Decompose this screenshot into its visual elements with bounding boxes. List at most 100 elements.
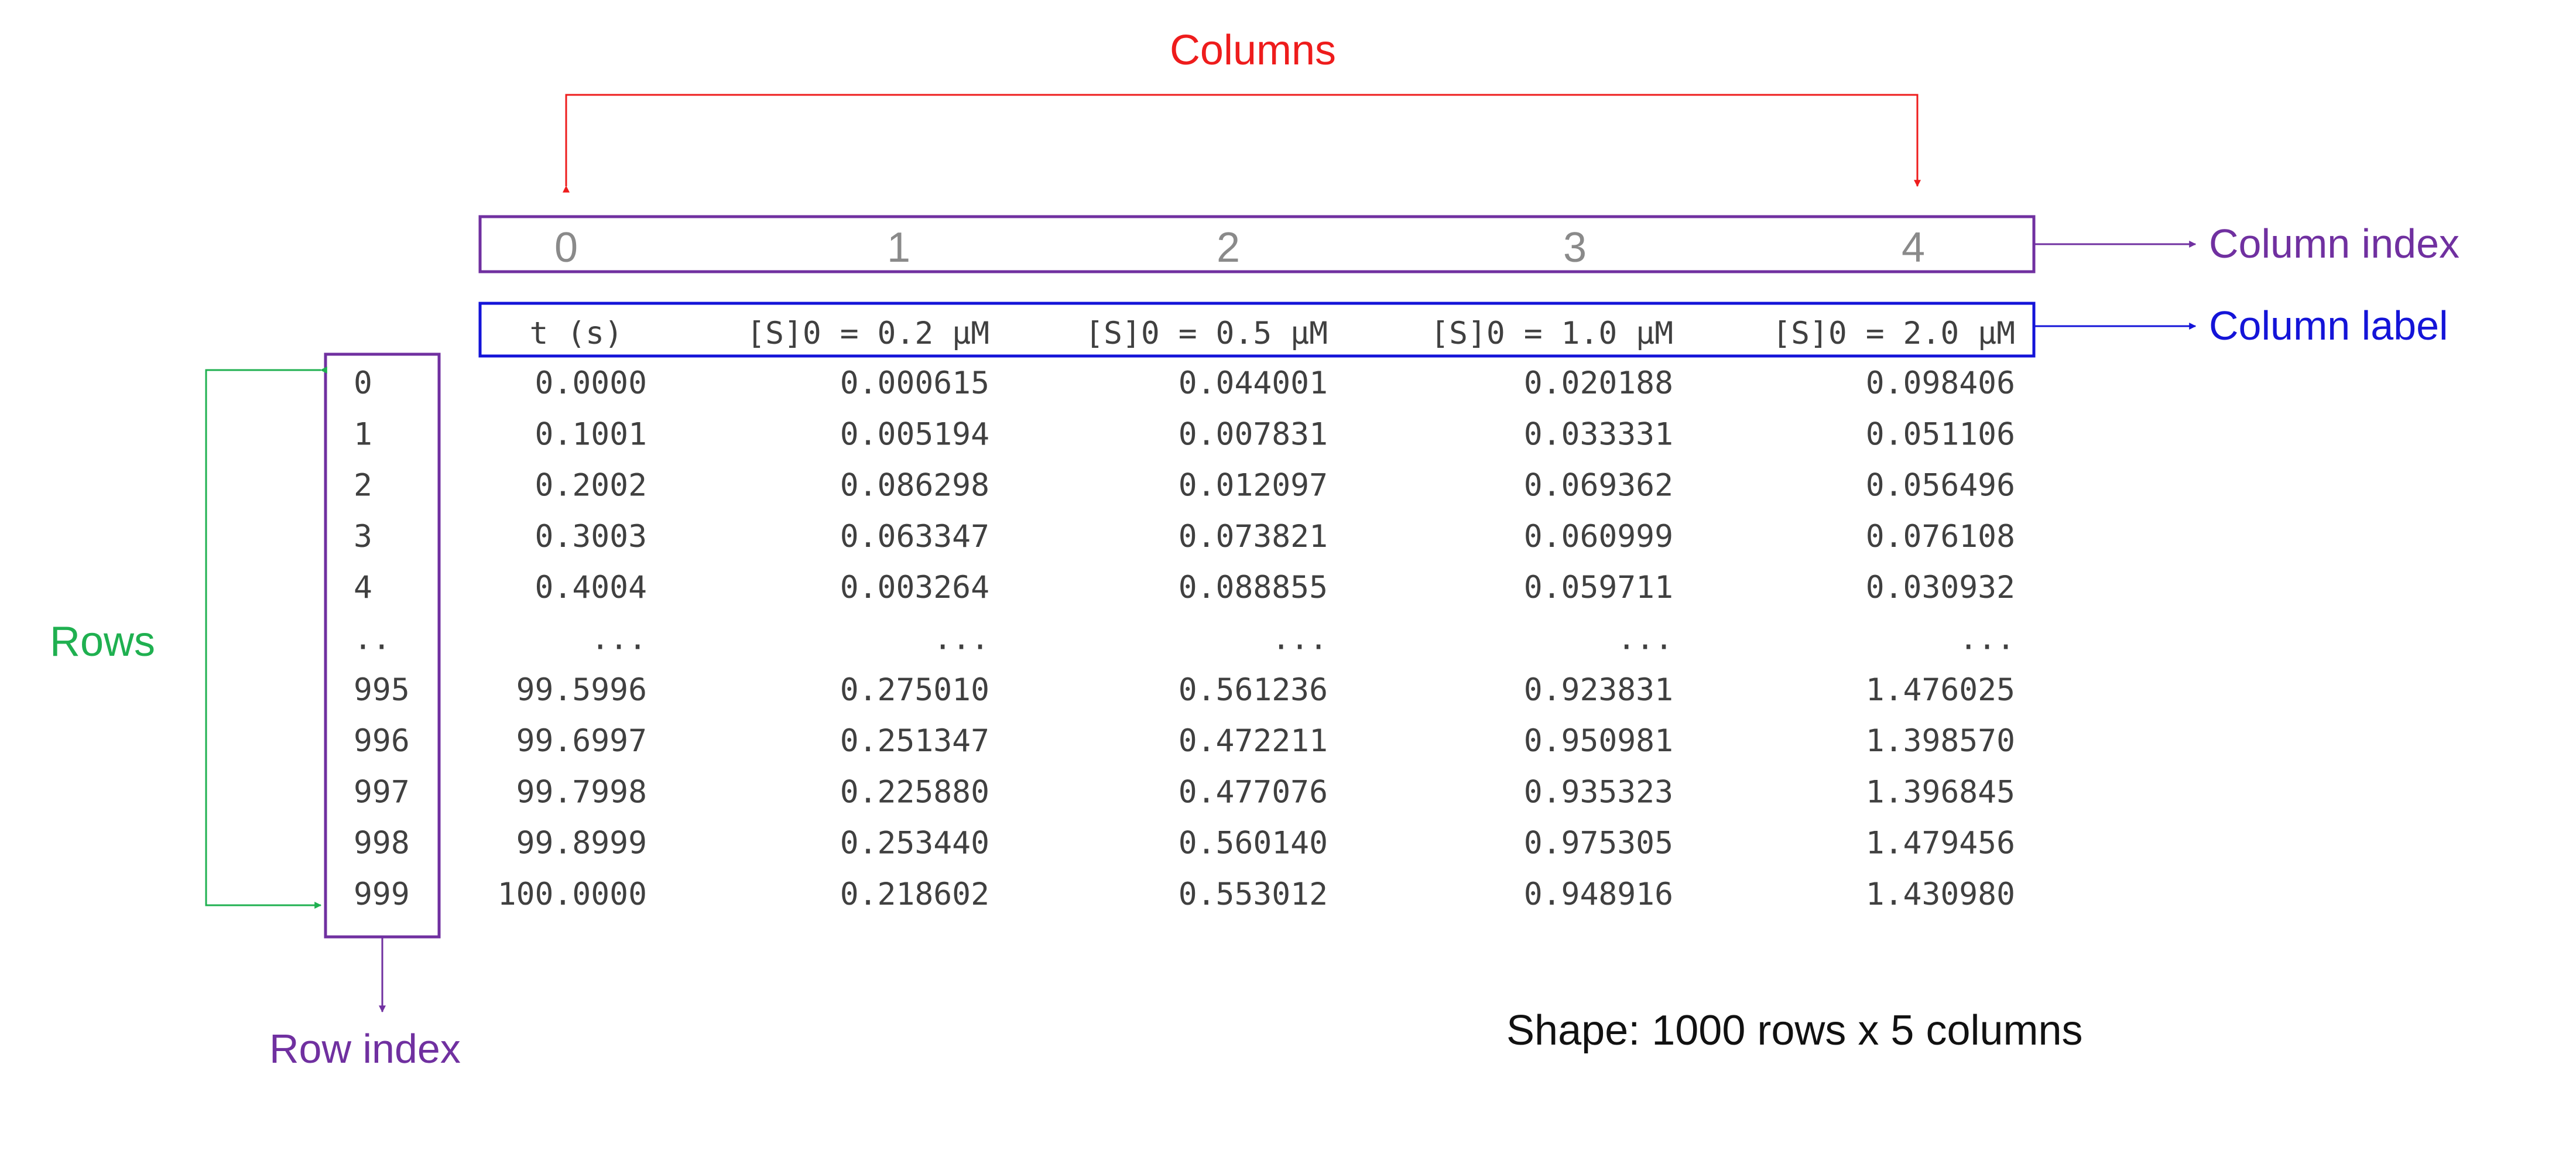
- table-cell: 0.069362: [1524, 468, 1673, 504]
- table-cell: 1.398570: [1866, 723, 2015, 759]
- table-cell: 0.2002: [535, 468, 647, 504]
- row-index-caption: Row index: [269, 1026, 461, 1072]
- rows-label: Rows: [50, 618, 155, 665]
- table-cell: 0.005194: [840, 416, 989, 452]
- table-cell: 0.4004: [535, 570, 647, 605]
- row-index-value: 2: [354, 468, 372, 504]
- table-cell: 99.7998: [516, 774, 647, 810]
- row-index-value: 999: [354, 877, 410, 912]
- column-label-caption: Column label: [2209, 303, 2448, 348]
- table-cell: 0.088855: [1179, 570, 1328, 605]
- columns-annotation: Columns: [563, 27, 1921, 193]
- table-row: 3 0.3003 0.063347 0.073821 0.060999 0.076108: [354, 519, 2015, 555]
- column-index-value: 1: [887, 224, 910, 271]
- table-cell: 1.396845: [1866, 774, 2015, 810]
- column-label-cell: [S]0 = 0.2 μM: [746, 316, 989, 351]
- table-cell: ...: [1959, 621, 2015, 657]
- table-cell: 99.8999: [516, 826, 647, 861]
- table-cell: 0.044001: [1179, 365, 1328, 401]
- row-index-value: 996: [354, 723, 410, 759]
- column-index-value: 4: [1902, 224, 1925, 271]
- table-cell: 0.477076: [1179, 774, 1328, 810]
- column-label-cell: [S]0 = 1.0 μM: [1430, 316, 1673, 351]
- table-cell: 0.020188: [1524, 365, 1673, 401]
- table-cell: 0.073821: [1179, 519, 1328, 555]
- table-cell: 0.1001: [535, 416, 647, 452]
- columns-label: Columns: [1170, 27, 1336, 74]
- table-cell: 0.086298: [840, 468, 989, 504]
- shape-caption: Shape: 1000 rows x 5 columns: [1506, 1007, 2083, 1054]
- table-cell: ...: [933, 621, 989, 657]
- table-cell: 99.6997: [516, 723, 647, 759]
- table-cell: 0.935323: [1524, 774, 1673, 810]
- table-row: 2 0.2002 0.086298 0.012097 0.069362 0.056496: [354, 468, 2015, 504]
- row-index-value: 995: [354, 672, 410, 708]
- table-cell: 0.030932: [1866, 570, 2015, 605]
- table-cell: 0.007831: [1179, 416, 1328, 452]
- table-cell: 0.975305: [1524, 826, 1673, 861]
- table-cell: 0.218602: [840, 877, 989, 912]
- table-cell: 0.059711: [1524, 570, 1673, 605]
- table-cell: 0.923831: [1524, 672, 1673, 708]
- table-row: 996 99.6997 0.251347 0.472211 0.950981 1.3985…: [354, 723, 2015, 759]
- table-cell: 0.003264: [840, 570, 989, 605]
- table-cell: 0.076108: [1866, 519, 2015, 555]
- table-cell: ...: [1617, 621, 1673, 657]
- table-row: 999 100.0000 0.218602 0.553012 0.948916 1.430…: [354, 877, 2015, 912]
- column-index-rect: [478, 215, 2036, 273]
- row-index-value: 997: [354, 774, 410, 810]
- table-cell: 0.561236: [1179, 672, 1328, 708]
- table-row: 998 99.8999 0.253440 0.560140 0.975305 1.4794…: [354, 826, 2015, 861]
- table-cell: 0.253440: [840, 826, 989, 861]
- column-index-value: 0: [554, 224, 578, 271]
- column-label-cell: t (s): [529, 316, 623, 351]
- row-index-value: 3: [354, 519, 372, 555]
- table-cell: 0.275010: [840, 672, 989, 708]
- column-index-value: 3: [1563, 224, 1587, 271]
- row-index-value: 0: [354, 365, 372, 401]
- table-row: 1 0.1001 0.005194 0.007831 0.033331 0.051106: [354, 416, 2015, 452]
- table-cell: 0.0000: [535, 365, 647, 401]
- table-cell: ...: [1272, 621, 1328, 657]
- table-cell: 1.476025: [1866, 672, 2015, 708]
- table-row: 0 0.0000 0.000615 0.044001 0.020188 0.098406: [354, 365, 2015, 401]
- column-index-value: 2: [1217, 224, 1240, 271]
- rows-annotation: Rows: [50, 367, 327, 909]
- dataframe-diagram: Columns 0 1 2 3 4 Column index t (s) [S]…: [50, 27, 2459, 1072]
- columns-bracket-arrow: [563, 94, 1921, 193]
- table-row: 995 99.5996 0.275010 0.561236 0.923831 1.4760…: [354, 672, 2015, 708]
- table-row: .................: [354, 621, 2015, 657]
- row-index-value: ..: [354, 621, 391, 657]
- table-cell: 1.479456: [1866, 826, 2015, 861]
- column-label-cell: [S]0 = 2.0 μM: [1772, 316, 2015, 351]
- table-cell: 0.012097: [1179, 468, 1328, 504]
- rows-bracket-arrow: [205, 367, 327, 909]
- column-label-cell: [S]0 = 0.5 μM: [1085, 316, 1328, 351]
- table-cell: 0.948916: [1524, 877, 1673, 912]
- table-cell: 0.060999: [1524, 519, 1673, 555]
- table-cell: 0.056496: [1866, 468, 2015, 504]
- table-cell: 0.051106: [1866, 416, 2015, 452]
- table-cell: 0.225880: [840, 774, 989, 810]
- table-cell: 0.063347: [840, 519, 989, 555]
- table-cell: 0.560140: [1179, 826, 1328, 861]
- table-cell: 0.553012: [1179, 877, 1328, 912]
- table-cell: ...: [591, 621, 647, 657]
- table-row: 4 0.4004 0.003264 0.088855 0.059711 0.030932: [354, 570, 2015, 605]
- row-index-value: 1: [354, 416, 372, 452]
- table-cell: 0.950981: [1524, 723, 1673, 759]
- row-index-value: 998: [354, 826, 410, 861]
- data-rows: 0 0.0000 0.000615 0.044001 0.020188 0.098406 1…: [354, 365, 2015, 912]
- column-index-caption: Column index: [2209, 221, 2459, 266]
- table-cell: 100.0000: [498, 877, 647, 912]
- table-cell: 0.251347: [840, 723, 989, 759]
- table-cell: 0.033331: [1524, 416, 1673, 452]
- table-cell: 99.5996: [516, 672, 647, 708]
- column-index-box: 0 1 2 3 4: [478, 215, 2036, 273]
- table-cell: 0.098406: [1866, 365, 2015, 401]
- table-cell: 0.3003: [535, 519, 647, 555]
- table-cell: 0.472211: [1179, 723, 1328, 759]
- table-cell: 1.430980: [1866, 877, 2015, 912]
- table-row: 997 99.7998 0.225880 0.477076 0.935323 1.3968…: [354, 774, 2015, 810]
- row-index-value: 4: [354, 570, 372, 605]
